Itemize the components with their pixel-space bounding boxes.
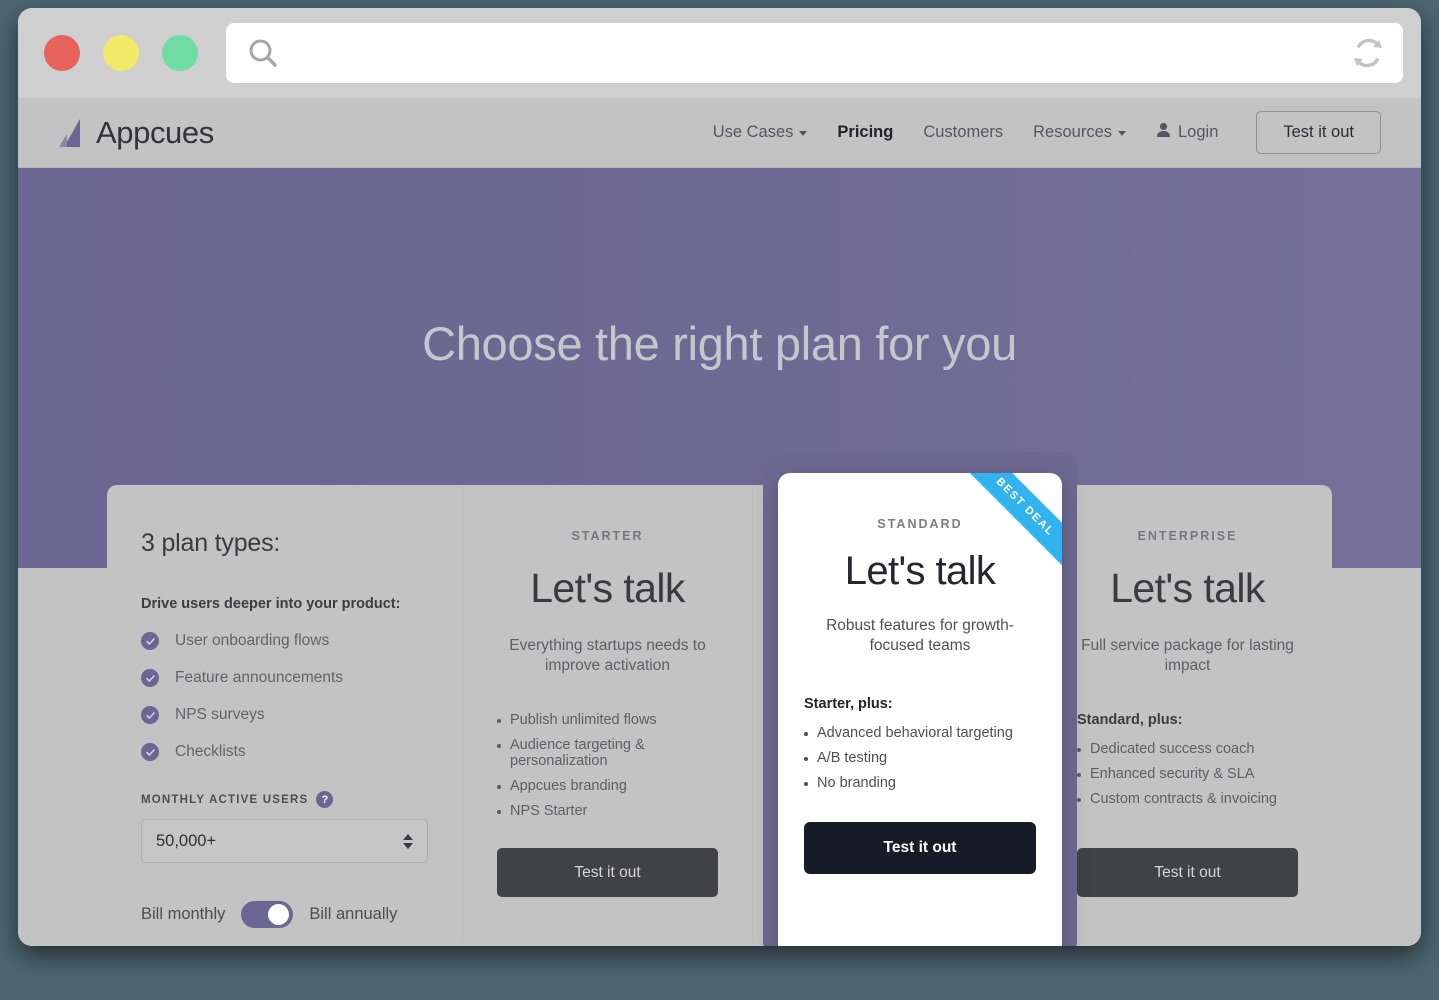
plan-group-title: Standard, plus:: [1077, 712, 1183, 728]
nav-label: Resources: [1033, 123, 1112, 141]
plan-description: Robust features for growth-focused teams: [826, 617, 1014, 654]
plan-types-title: 3 plan types:: [141, 529, 281, 557]
plan-description: Full service package for lasting impact: [1081, 637, 1294, 674]
minimize-window-button[interactable]: [103, 35, 139, 71]
browser-window: Appcues Use Cases Pricing Customers Reso…: [18, 8, 1421, 946]
plan-group-title: Starter, plus:: [804, 696, 893, 712]
plan-card-enterprise: ENTERPRISE Let's talk Full service packa…: [1043, 485, 1332, 942]
plan-types-feature-list: User onboarding flows Feature announceme…: [141, 632, 428, 761]
bill-monthly-label: Bill monthly: [141, 905, 226, 923]
plan-cta-button[interactable]: Test it out: [804, 822, 1036, 874]
list-item: Appcues branding: [497, 778, 718, 794]
plan-types-subtitle: Drive users deeper into your product:: [141, 596, 401, 612]
list-item: NPS Starter: [497, 803, 718, 819]
toggle-knob: [268, 904, 290, 925]
appcues-logo-icon: [58, 118, 84, 148]
list-item: User onboarding flows: [141, 632, 428, 650]
list-item: Advanced behavioral targeting: [804, 725, 1036, 741]
plan-price: Let's talk: [1110, 565, 1265, 611]
plan-cta-button[interactable]: Test it out: [1077, 848, 1298, 897]
content-section: 3 plan types: Drive users deeper into yo…: [18, 452, 1421, 946]
plan-types-column: 3 plan types: Drive users deeper into yo…: [107, 485, 463, 942]
chevron-down-icon: [799, 131, 808, 136]
nav-item-resources[interactable]: Resources: [1033, 123, 1126, 142]
list-item: Custom contracts & invoicing: [1077, 791, 1298, 807]
page-title: Choose the right plan for you: [422, 317, 1017, 370]
stepper-icon[interactable]: [403, 833, 413, 849]
user-icon: [1156, 122, 1171, 143]
nav-label: Customers: [923, 123, 1004, 141]
nav-label: Pricing: [837, 123, 894, 141]
plan-feature-list: Publish unlimited flows Audience targeti…: [497, 712, 718, 819]
list-item: NPS surveys: [141, 706, 428, 724]
list-item: Audience targeting & personalization: [497, 737, 718, 769]
plan-price: Let's talk: [844, 549, 996, 593]
plan-feature-list: Advanced behavioral targeting A/B testin…: [804, 725, 1036, 791]
nav-item-use-cases[interactable]: Use Cases: [713, 123, 808, 142]
list-item: A/B testing: [804, 750, 1036, 766]
check-icon: [141, 632, 159, 650]
mau-label-text: MONTHLY ACTIVE USERS: [141, 793, 309, 806]
check-icon: [141, 669, 159, 687]
main-nav: Use Cases Pricing Customers Resources Lo…: [713, 111, 1381, 154]
traffic-lights: [44, 35, 198, 71]
plan-price: Let's talk: [530, 565, 685, 611]
login-label: Login: [1178, 123, 1219, 141]
list-item: Checklists: [141, 743, 428, 761]
search-icon: [246, 36, 280, 70]
list-item: Enhanced security & SLA: [1077, 766, 1298, 782]
help-icon[interactable]: ?: [316, 791, 334, 808]
plan-card-standard: BEST DEAL STANDARD Let's talk Robust fea…: [778, 473, 1062, 946]
list-item: Feature announcements: [141, 669, 428, 687]
list-item: Publish unlimited flows: [497, 712, 718, 728]
address-input[interactable]: [290, 43, 1339, 63]
header-cta-button[interactable]: Test it out: [1256, 111, 1381, 154]
browser-chrome: [18, 8, 1421, 98]
bill-annually-label: Bill annually: [309, 905, 398, 923]
maximize-window-button[interactable]: [162, 35, 198, 71]
billing-toggle-row: Bill monthly Bill annually: [141, 901, 428, 928]
plan-eyebrow: STANDARD: [877, 517, 963, 531]
nav-item-customers[interactable]: Customers: [923, 123, 1003, 142]
plan-eyebrow: STARTER: [571, 529, 644, 543]
pricing-grid: 3 plan types: Drive users deeper into yo…: [107, 452, 1332, 946]
check-icon: [141, 743, 159, 761]
close-window-button[interactable]: [44, 35, 80, 71]
plan-card-standard-backdrop: BEST DEAL STANDARD Let's talk Robust fea…: [763, 452, 1077, 946]
monthly-active-users-label: MONTHLY ACTIVE USERS ?: [141, 791, 428, 808]
site-header: Appcues Use Cases Pricing Customers Reso…: [18, 98, 1421, 168]
feature-label: Checklists: [175, 743, 246, 760]
address-bar[interactable]: [226, 23, 1403, 83]
nav-item-login[interactable]: Login: [1156, 122, 1218, 143]
chevron-down-icon: [1118, 131, 1126, 136]
list-item: Dedicated success coach: [1077, 741, 1298, 757]
brand-name: Appcues: [96, 114, 214, 150]
reload-icon[interactable]: [1349, 34, 1387, 72]
monthly-active-users-select[interactable]: 50,000+: [141, 819, 428, 863]
nav-item-pricing[interactable]: Pricing: [837, 123, 893, 142]
feature-label: NPS surveys: [175, 706, 265, 723]
feature-label: Feature announcements: [175, 669, 344, 686]
list-item: No branding: [804, 775, 1036, 791]
nav-label: Use Cases: [712, 123, 794, 141]
check-icon: [141, 706, 159, 724]
feature-label: User onboarding flows: [175, 632, 330, 649]
plan-card-starter: STARTER Let's talk Everything startups n…: [463, 485, 753, 942]
brand-logo[interactable]: Appcues: [58, 115, 214, 151]
plans-row: 3 plan types: Drive users deeper into yo…: [107, 485, 1332, 942]
mau-selected-value: 50,000+: [156, 831, 217, 850]
plan-feature-list: Dedicated success coach Enhanced securit…: [1077, 741, 1298, 807]
plan-description: Everything startups needs to improve act…: [509, 637, 706, 674]
plan-cta-button[interactable]: Test it out: [497, 848, 718, 897]
billing-toggle[interactable]: [241, 901, 294, 928]
plan-eyebrow: ENTERPRISE: [1137, 529, 1238, 543]
